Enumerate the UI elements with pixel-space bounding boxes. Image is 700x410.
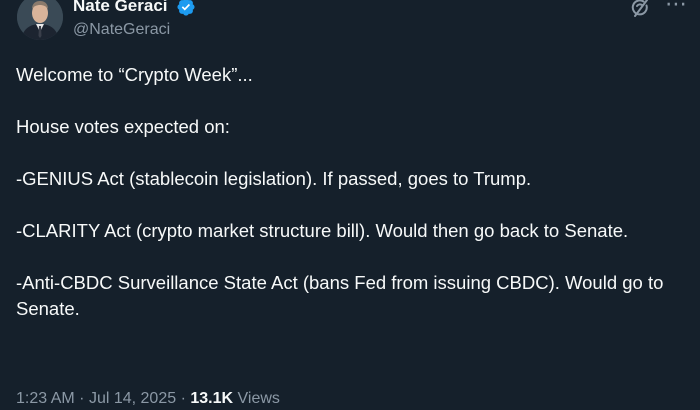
avatar-photo	[17, 0, 63, 40]
meta-separator: ·	[180, 390, 186, 407]
tweet: Nate Geraci @NateGeraci ⋯ Welcome to “Cr…	[0, 0, 700, 407]
tweet-paragraph: -Anti-CBDC Surveillance State Act (bans …	[16, 272, 664, 319]
tweet-text: Welcome to “Crypto Week”... House votes …	[16, 62, 688, 322]
meta-separator: ·	[79, 390, 85, 407]
tweet-time[interactable]: 1:23 AM	[16, 390, 75, 407]
more-icon[interactable]: ⋯	[664, 0, 688, 16]
tweet-meta: 1:23 AM · Jul 14, 2025 · 13.1K Views	[16, 388, 280, 410]
tweet-paragraph: House votes expected on:	[16, 116, 230, 137]
avatar[interactable]	[17, 0, 63, 40]
tweet-paragraph: -CLARITY Act (crypto market structure bi…	[16, 220, 629, 241]
author-display-name[interactable]: Nate Geraci	[73, 0, 168, 17]
author-handle[interactable]: @NateGeraci	[73, 19, 170, 41]
tweet-paragraph: -GENIUS Act (stablecoin legislation). If…	[16, 168, 532, 189]
tweet-date[interactable]: Jul 14, 2025	[89, 390, 176, 407]
verified-badge-icon	[177, 0, 195, 16]
grok-icon[interactable]	[628, 0, 652, 20]
tweet-paragraph: Welcome to “Crypto Week”...	[16, 64, 253, 85]
views-label: Views	[237, 390, 280, 407]
views-count: 13.1K	[190, 390, 234, 407]
